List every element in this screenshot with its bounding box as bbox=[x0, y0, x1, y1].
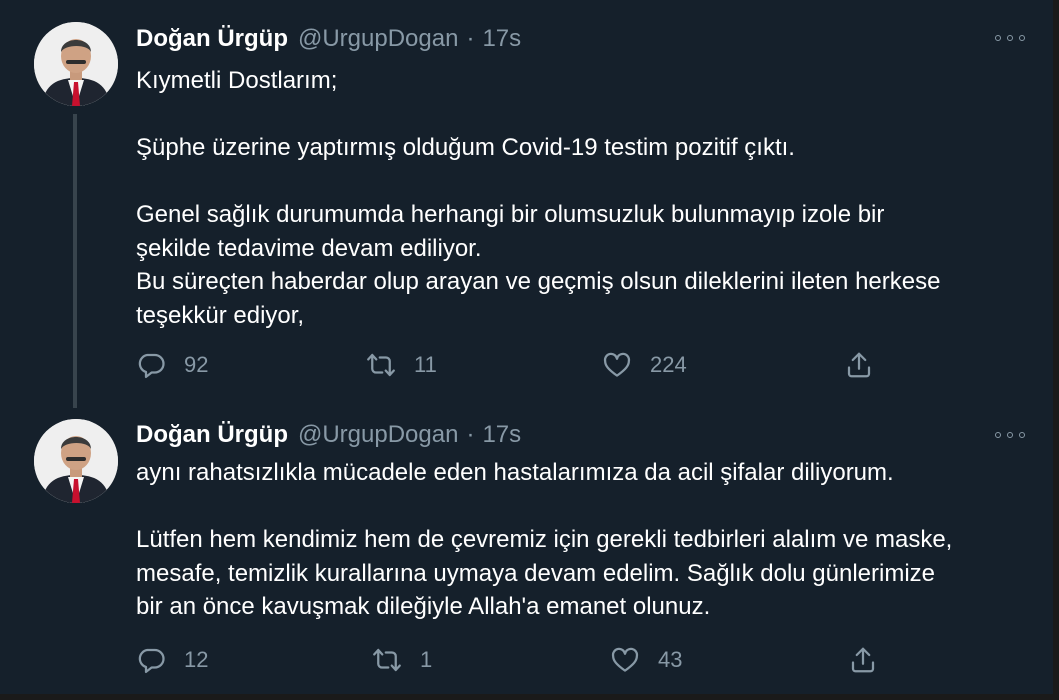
like-count: 224 bbox=[650, 352, 687, 377]
tweet-line: bir an önce kavuşmak dileğiyle Allah'a e… bbox=[136, 593, 711, 620]
share-icon bbox=[847, 352, 871, 378]
tweet-text: aynı rahatsızlıkla mücadele eden hastala… bbox=[136, 456, 1036, 624]
tweet-text: Kıymetli Dostlarım; Şüphe üzerine yaptır… bbox=[136, 64, 1036, 332]
share-button[interactable] bbox=[848, 640, 878, 680]
tweet-line: Şüphe üzerine yaptırmış olduğum Covid-19… bbox=[136, 134, 795, 161]
tweet-line: şekilde tedavime devam ediliyor. bbox=[136, 234, 482, 262]
speech-bubble-icon bbox=[138, 353, 165, 378]
more-dots-icon[interactable] bbox=[995, 28, 1025, 48]
tweet-line: Kıymetli Dostlarım; bbox=[136, 67, 338, 94]
reply-count: 12 bbox=[184, 647, 209, 672]
author-name[interactable]: Doğan Ürgüp bbox=[136, 25, 288, 53]
speech-bubble-icon bbox=[138, 648, 165, 673]
tweet-line: Genel sağlık durumumda herhangi bir olum… bbox=[136, 201, 885, 228]
avatar-portrait-icon bbox=[34, 22, 118, 106]
tweet-actions: 12 1 43 bbox=[136, 640, 896, 680]
tweet-actions: 92 11 224 bbox=[136, 345, 896, 385]
tweet-line: Lütfen hem kendimiz hem de çevremiz için… bbox=[136, 526, 953, 553]
author-handle[interactable]: @UrgupDogan bbox=[298, 25, 458, 53]
author-handle[interactable]: @UrgupDogan bbox=[298, 421, 458, 449]
timeline: Doğan Ürgüp @UrgupDogan · 17s Kıymetli D… bbox=[0, 0, 1059, 700]
like-button[interactable]: 43 bbox=[610, 640, 682, 680]
avatar[interactable] bbox=[34, 419, 118, 503]
share-button[interactable] bbox=[844, 345, 874, 385]
tweet-line: mesafe, temizlik kurallarına uymaya deva… bbox=[136, 559, 936, 587]
tweet-header: Doğan Ürgüp @UrgupDogan · 17s bbox=[136, 420, 521, 450]
separator: · bbox=[466, 421, 475, 448]
reply-button[interactable]: 92 bbox=[136, 345, 208, 385]
tweet[interactable]: Doğan Ürgüp @UrgupDogan · 17s aynı rahat… bbox=[0, 402, 1053, 694]
tweet-line: teşekkür ediyor, bbox=[136, 301, 305, 329]
timestamp[interactable]: 17s bbox=[482, 25, 521, 53]
reply-button[interactable]: 12 bbox=[136, 640, 208, 680]
tweet-line: aynı rahatsızlıkla mücadele eden hastala… bbox=[136, 459, 894, 486]
retweet-button[interactable]: 1 bbox=[372, 640, 432, 680]
tweet[interactable]: Doğan Ürgüp @UrgupDogan · 17s Kıymetli D… bbox=[0, 0, 1053, 408]
retweet-icon bbox=[367, 353, 395, 377]
share-icon bbox=[851, 647, 875, 673]
retweet-count: 11 bbox=[414, 352, 437, 377]
tweet-header: Doğan Ürgüp @UrgupDogan · 17s bbox=[136, 24, 521, 54]
retweet-button[interactable]: 11 bbox=[366, 345, 437, 385]
timestamp[interactable]: 17s bbox=[482, 421, 521, 449]
thread-line bbox=[73, 114, 77, 408]
avatar[interactable] bbox=[34, 22, 118, 106]
more-dots-icon[interactable] bbox=[995, 425, 1025, 445]
tweet-line: Bu süreçten haberdar olup arayan ve geçm… bbox=[136, 268, 941, 295]
retweet-icon bbox=[373, 648, 401, 672]
separator: · bbox=[466, 25, 475, 52]
retweet-count: 1 bbox=[420, 647, 433, 672]
like-button[interactable]: 224 bbox=[602, 345, 687, 385]
reply-count: 92 bbox=[184, 352, 209, 377]
avatar-portrait-icon bbox=[34, 419, 118, 503]
heart-icon bbox=[611, 647, 639, 672]
like-count: 43 bbox=[658, 647, 683, 672]
heart-icon bbox=[603, 352, 631, 377]
author-name[interactable]: Doğan Ürgüp bbox=[136, 421, 288, 449]
